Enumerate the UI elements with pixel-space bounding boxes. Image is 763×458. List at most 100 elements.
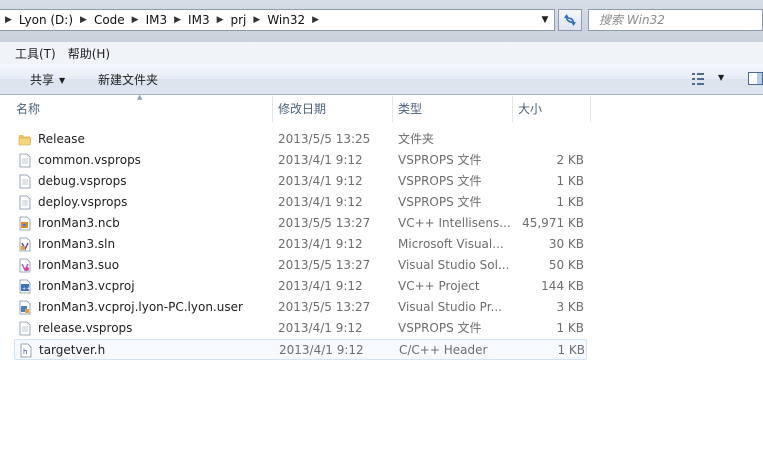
- menu-bar: 工具(T) 帮助(H): [0, 42, 763, 65]
- vc-project-icon: ++: [19, 279, 31, 294]
- file-type: VSPROPS 文件: [398, 153, 482, 167]
- file-size: 1 KB: [556, 195, 584, 209]
- folder-icon: [18, 135, 32, 146]
- file-date: 2013/4/1 9:12: [278, 195, 363, 209]
- column-divider[interactable]: [590, 96, 591, 122]
- solution-options-icon: [19, 258, 31, 273]
- file-date: 2013/5/5 13:27: [278, 216, 371, 230]
- refresh-icon: [564, 14, 576, 26]
- file-name: IronMan3.suo: [38, 258, 120, 272]
- search-box[interactable]: [588, 9, 763, 31]
- document-icon: [19, 321, 31, 336]
- refresh-button[interactable]: [558, 9, 582, 31]
- file-name: IronMan3.vcproj.lyon-PC.lyon.user: [38, 300, 243, 314]
- file-row[interactable]: common.vsprops 2013/4/1 9:12 VSPROPS 文件 …: [14, 150, 587, 171]
- file-date: 2013/4/1 9:12: [278, 174, 363, 188]
- file-name: Release: [38, 132, 85, 146]
- chevron-down-icon: ▼: [59, 76, 66, 85]
- file-type: Visual Studio Sol...: [398, 258, 510, 272]
- breadcrumb-im3[interactable]: IM3: [144, 13, 170, 27]
- file-name: common.vsprops: [38, 153, 141, 167]
- breadcrumb-root-arrow-icon[interactable]: ▶: [0, 15, 17, 25]
- file-date: 2013/5/5 13:27: [278, 300, 371, 314]
- column-header-name[interactable]: 名称: [10, 96, 272, 122]
- file-size: 50 KB: [548, 258, 584, 272]
- file-name: IronMan3.ncb: [38, 216, 120, 230]
- file-row[interactable]: debug.vsprops 2013/4/1 9:12 VSPROPS 文件 1…: [14, 171, 587, 192]
- file-size: 144 KB: [541, 279, 584, 293]
- breadcrumb-arrow-icon[interactable]: ▶: [307, 15, 324, 25]
- breadcrumb-arrow-icon[interactable]: ▶: [169, 15, 186, 25]
- file-date: 2013/5/5 13:25: [278, 132, 371, 146]
- file-date: 2013/5/5 13:27: [278, 258, 371, 272]
- breadcrumb-arrow-icon[interactable]: ▶: [127, 15, 144, 25]
- file-type: 文件夹: [398, 132, 435, 146]
- address-history-dropdown-icon[interactable]: ▼: [538, 13, 552, 27]
- file-row-selected[interactable]: h targetver.h 2013/4/1 9:12 C/C++ Header…: [14, 339, 587, 360]
- new-folder-button[interactable]: 新建文件夹: [98, 71, 158, 88]
- document-icon: [19, 174, 31, 189]
- column-header-bar: ▲ 名称 修改日期 类型 大小: [0, 93, 763, 122]
- header-file-icon: h: [20, 343, 32, 358]
- file-date: 2013/4/1 9:12: [279, 343, 364, 357]
- view-options-dropdown-icon[interactable]: ▼: [718, 73, 724, 82]
- file-row[interactable]: IronMan3.vcproj.lyon-PC.lyon.user 2013/5…: [14, 297, 587, 318]
- file-date: 2013/4/1 9:12: [278, 279, 363, 293]
- file-size: 3 KB: [556, 300, 584, 314]
- file-type: VSPROPS 文件: [398, 321, 482, 335]
- vc-intellisense-icon: [19, 216, 31, 231]
- file-row[interactable]: deploy.vsprops 2013/4/1 9:12 VSPROPS 文件 …: [14, 192, 587, 213]
- file-type: VC++ Intellisens...: [398, 216, 510, 230]
- file-type: VC++ Project: [398, 279, 480, 293]
- document-icon: [19, 195, 31, 210]
- file-size: [514, 129, 584, 150]
- svg-text:h: h: [23, 348, 27, 356]
- navigation-bar: ▶ Lyon (D:) ▶ Code ▶ IM3 ▶ IM3 ▶ prj ▶ W…: [0, 0, 763, 42]
- menu-tools[interactable]: 工具(T): [0, 45, 62, 62]
- breadcrumb-prj[interactable]: prj: [229, 13, 249, 27]
- file-size: 45,971 KB: [522, 216, 584, 230]
- menu-help[interactable]: 帮助(H): [62, 45, 116, 62]
- search-input[interactable]: [599, 13, 749, 27]
- file-type: Visual Studio Pr...: [398, 300, 502, 314]
- visual-studio-solution-icon: [19, 237, 31, 252]
- file-size: 1 KB: [557, 343, 585, 357]
- file-size: 2 KB: [556, 153, 584, 167]
- view-options-icon[interactable]: [692, 73, 708, 85]
- file-date: 2013/4/1 9:12: [278, 237, 363, 251]
- document-icon: [19, 153, 31, 168]
- file-row[interactable]: IronMan3.suo 2013/5/5 13:27 Visual Studi…: [14, 255, 587, 276]
- file-row[interactable]: IronMan3.sln 2013/4/1 9:12 Microsoft Vis…: [14, 234, 587, 255]
- file-name: IronMan3.sln: [38, 237, 116, 251]
- breadcrumb-im3-sub[interactable]: IM3: [186, 13, 212, 27]
- command-bar: 共享 ▼ 新建文件夹 ▼: [0, 64, 763, 95]
- breadcrumb-drive[interactable]: Lyon (D:): [17, 13, 75, 27]
- svg-text:++: ++: [22, 286, 30, 292]
- column-header-date[interactable]: 修改日期: [272, 96, 392, 122]
- file-name: targetver.h: [39, 343, 106, 357]
- column-header-type[interactable]: 类型: [392, 96, 512, 122]
- file-date: 2013/4/1 9:12: [278, 321, 363, 335]
- file-name: debug.vsprops: [38, 174, 127, 188]
- file-row[interactable]: Release 2013/5/5 13:25 文件夹: [14, 129, 587, 150]
- breadcrumb-code[interactable]: Code: [92, 13, 127, 27]
- breadcrumb-arrow-icon[interactable]: ▶: [212, 15, 229, 25]
- file-row[interactable]: release.vsprops 2013/4/1 9:12 VSPROPS 文件…: [14, 318, 587, 339]
- file-size: 30 KB: [548, 237, 584, 251]
- file-name: IronMan3.vcproj: [38, 279, 135, 293]
- file-name: deploy.vsprops: [38, 195, 128, 209]
- column-header-size[interactable]: 大小: [512, 96, 590, 122]
- breadcrumb-win32[interactable]: Win32: [265, 13, 307, 27]
- breadcrumb-arrow-icon[interactable]: ▶: [75, 15, 92, 25]
- breadcrumb-arrow-icon[interactable]: ▶: [248, 15, 265, 25]
- share-button[interactable]: 共享 ▼: [30, 71, 65, 88]
- file-type: VSPROPS 文件: [398, 174, 482, 188]
- file-size: 1 KB: [556, 174, 584, 188]
- file-type: C/C++ Header: [399, 343, 488, 357]
- preview-pane-icon[interactable]: [748, 72, 763, 85]
- address-bar[interactable]: ▶ Lyon (D:) ▶ Code ▶ IM3 ▶ IM3 ▶ prj ▶ W…: [0, 9, 555, 31]
- file-type: Microsoft Visual...: [398, 237, 504, 251]
- file-date: 2013/4/1 9:12: [278, 153, 363, 167]
- file-row[interactable]: ++ IronMan3.vcproj 2013/4/1 9:12 VC++ Pr…: [14, 276, 587, 297]
- file-row[interactable]: IronMan3.ncb 2013/5/5 13:27 VC++ Intelli…: [14, 213, 587, 234]
